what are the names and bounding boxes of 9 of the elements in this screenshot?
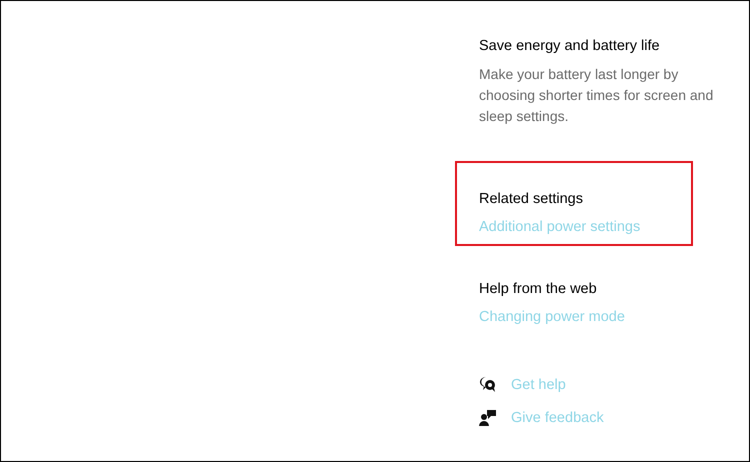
settings-link[interactable]: Changing power mode <box>479 307 719 327</box>
help-link[interactable]: Give feedback <box>511 408 604 428</box>
help-link[interactable]: Get help <box>511 375 566 395</box>
section-heading: Help from the web <box>479 280 598 299</box>
person-feedback-icon <box>479 409 497 427</box>
section-heading: Related settings <box>479 190 584 209</box>
section-description: Make your battery last longer by choosing shorter times for screen and sleep settings. <box>479 65 714 126</box>
section-heading: Save energy and battery life <box>479 37 661 56</box>
settings-link[interactable]: Additional power settings <box>479 217 719 237</box>
